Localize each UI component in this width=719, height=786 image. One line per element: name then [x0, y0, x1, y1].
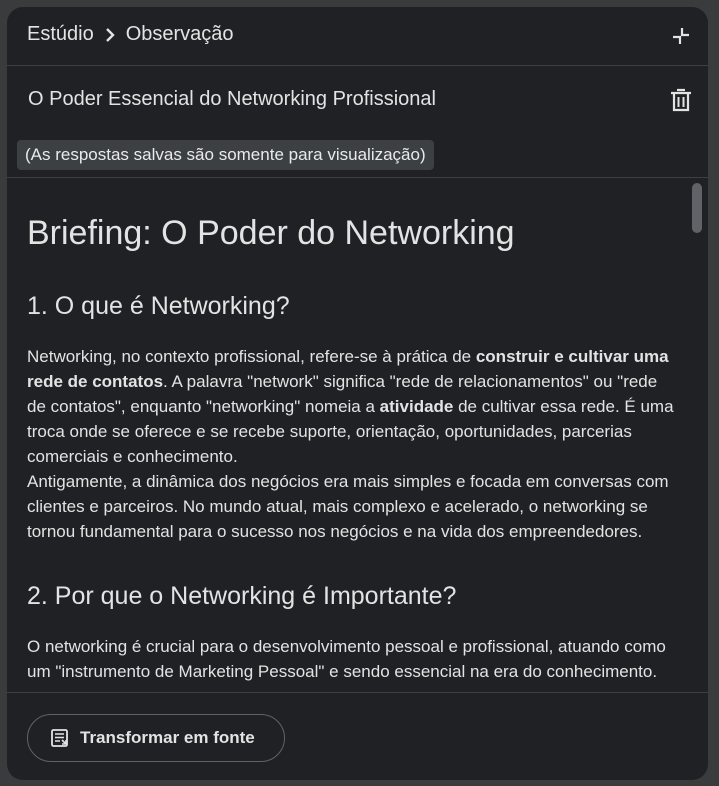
transform-to-source-button[interactable]: Transformar em fonte [27, 714, 285, 762]
panel-header: Estúdio Observação [7, 7, 708, 66]
convert-source-icon [50, 728, 70, 748]
breadcrumb-studio[interactable]: Estúdio [27, 23, 94, 46]
section1-paragraph1: Networking, no contexto profissional, re… [27, 347, 674, 466]
breadcrumb: Estúdio Observação [27, 23, 234, 46]
section2-heading: 2. Por que o Networking é Importante? [27, 582, 457, 610]
section1-heading: 1. O que é Networking? [27, 292, 290, 320]
note-panel: Estúdio Observação O Poder Essencial do … [7, 7, 708, 780]
transform-button-label: Transformar em fonte [80, 728, 255, 747]
trash-icon[interactable] [668, 86, 694, 114]
readonly-notice: (As respostas salvas são somente para vi… [17, 140, 434, 170]
note-title-row: O Poder Essencial do Networking Profissi… [7, 66, 708, 136]
scrollbar-thumb[interactable] [692, 183, 702, 233]
section2-paragraph1: O networking é crucial para o desenvolvi… [27, 637, 666, 681]
note-content[interactable]: Briefing: O Poder do Networking 1. O que… [7, 178, 708, 692]
note-title: O Poder Essencial do Networking Profissi… [28, 88, 436, 110]
briefing-heading: Briefing: O Poder do Networking [27, 214, 515, 252]
section1-paragraph2: Antigamente, a dinâmica dos negócios era… [27, 472, 669, 541]
collapse-icon[interactable] [666, 21, 696, 51]
chevron-right-icon [104, 27, 116, 43]
breadcrumb-note: Observação [125, 23, 234, 45]
panel-footer: Transformar em fonte [7, 692, 708, 780]
